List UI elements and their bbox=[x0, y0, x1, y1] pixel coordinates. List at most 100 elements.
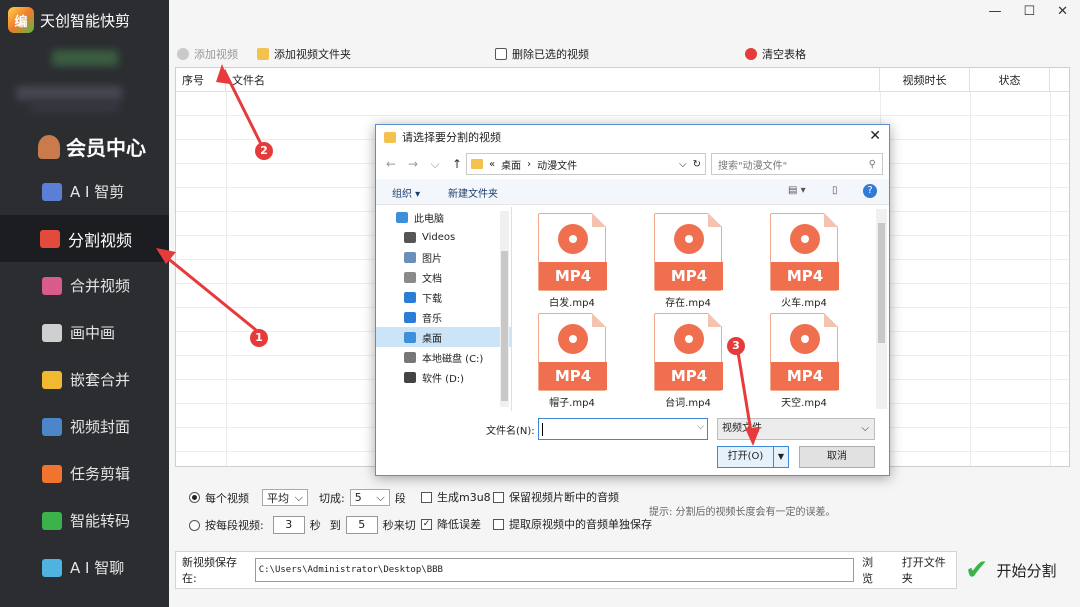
gen-m3u8-checkbox[interactable] bbox=[421, 491, 432, 503]
blurred-account-info bbox=[30, 102, 120, 112]
sidebar-item[interactable]: A I 智剪 bbox=[0, 168, 169, 215]
nav-item[interactable]: 文档 bbox=[376, 267, 511, 287]
nav-item[interactable]: 此电脑 bbox=[376, 207, 511, 227]
gen-m3u8-label: 生成m3u8 bbox=[437, 491, 491, 504]
organize-button[interactable]: 组织 ▾ bbox=[392, 185, 420, 200]
sidebar-item-label: 智能转码 bbox=[70, 512, 131, 530]
help-icon[interactable]: ? bbox=[863, 184, 877, 198]
nav-item[interactable]: 下载 bbox=[376, 287, 511, 307]
sidebar-item-label: 画中画 bbox=[70, 324, 116, 342]
file-item[interactable]: MP4 帽子.mp4 bbox=[532, 313, 612, 409]
open-folder-button[interactable]: 打开文件夹 bbox=[902, 554, 956, 586]
nav-scroll-thumb[interactable] bbox=[501, 251, 508, 401]
file-name: 存在.mp4 bbox=[665, 298, 711, 309]
save-path-input[interactable]: C:\Users\Administrator\Desktop\BBB bbox=[254, 558, 855, 582]
add-video-button[interactable]: 添加视频 bbox=[177, 46, 238, 62]
breadcrumb-desktop[interactable]: 桌面 bbox=[501, 157, 521, 172]
breadcrumb-anime-files[interactable]: 动漫文件 bbox=[537, 157, 577, 172]
file-item[interactable]: MP4 火车.mp4 bbox=[764, 213, 844, 309]
sidebar-item[interactable]: 合并视频 bbox=[0, 262, 169, 309]
address-bar[interactable]: « 桌面 › 动漫文件 ⌵ ↻ bbox=[466, 153, 706, 175]
sidebar-item-label: 视频封面 bbox=[70, 418, 131, 436]
file-item[interactable]: MP4 天空.mp4 bbox=[764, 313, 844, 409]
preview-pane-icon[interactable]: ▯ bbox=[832, 185, 838, 196]
sidebar-item-label: A I 智剪 bbox=[70, 183, 125, 201]
nav-item-label: 音乐 bbox=[422, 313, 442, 325]
keep-audio-checkbox[interactable] bbox=[493, 491, 504, 503]
view-options-icon[interactable]: ▤ ▾ bbox=[788, 185, 806, 196]
filename-input[interactable]: ⌵ bbox=[538, 418, 708, 440]
sidebar-item[interactable]: 任务剪辑 bbox=[0, 450, 169, 497]
column-header[interactable]: 视频时长 bbox=[880, 68, 970, 91]
up-arrow-icon[interactable]: ↑ bbox=[450, 157, 464, 171]
chevron-down-icon[interactable]: ⌵ bbox=[697, 422, 704, 432]
browse-button[interactable]: 浏览 bbox=[862, 554, 884, 586]
back-arrow-icon[interactable]: ← bbox=[384, 157, 398, 171]
nav-item[interactable]: 桌面 bbox=[376, 327, 511, 347]
close-button[interactable]: ✕ bbox=[1057, 4, 1068, 19]
forward-arrow-icon[interactable]: → bbox=[406, 157, 420, 171]
nav-item[interactable]: 本地磁盘 (C:) bbox=[376, 347, 511, 367]
vip-center-button[interactable]: 会员中心 bbox=[38, 132, 146, 161]
refresh-icon[interactable]: ↻ bbox=[693, 159, 701, 170]
filetype-select[interactable]: 视频文件 ⌵ bbox=[717, 418, 875, 440]
nested-merge-icon bbox=[42, 370, 62, 389]
file-item[interactable]: MP4 白发.mp4 bbox=[532, 213, 612, 309]
add-folder-button[interactable]: 添加视频文件夹 bbox=[257, 46, 351, 62]
recent-chevron-icon[interactable]: ⌵ bbox=[428, 157, 442, 172]
nav-item-label: 桌面 bbox=[422, 333, 442, 345]
file-item[interactable]: MP4 存在.mp4 bbox=[648, 213, 728, 309]
chevron-down-icon[interactable]: ⌵ bbox=[679, 159, 687, 170]
reduce-error-option[interactable]: ✓ 降低误差 bbox=[421, 516, 481, 532]
file-item[interactable]: MP4 台词.mp4 bbox=[648, 313, 728, 409]
gen-m3u8-option[interactable]: 生成m3u8 bbox=[421, 489, 491, 505]
extract-audio-option[interactable]: 提取原视频中的音频单独保存 bbox=[493, 516, 652, 532]
sidebar-item[interactable]: 嵌套合并 bbox=[0, 356, 169, 403]
maximize-button[interactable]: ☐ bbox=[1023, 4, 1035, 19]
sidebar-item-label: 嵌套合并 bbox=[70, 371, 131, 389]
column-header[interactable]: 文件名 bbox=[226, 68, 880, 91]
column-header[interactable]: 状态 bbox=[970, 68, 1050, 91]
reduce-error-checkbox[interactable]: ✓ bbox=[421, 518, 432, 530]
open-dropdown-icon[interactable]: ▼ bbox=[774, 447, 788, 467]
segment-min-input[interactable]: 3 bbox=[272, 516, 305, 534]
breadcrumb-overflow[interactable]: « bbox=[489, 159, 495, 170]
file-type-badge: MP4 bbox=[655, 362, 723, 390]
nav-item[interactable]: 软件 (D:) bbox=[376, 367, 511, 387]
app-title: 编 天创智能快剪 bbox=[8, 7, 130, 33]
per-segment-radio[interactable] bbox=[189, 519, 200, 531]
new-folder-button[interactable]: 新建文件夹 bbox=[448, 185, 498, 200]
extract-audio-checkbox[interactable] bbox=[493, 518, 504, 530]
file-scroll-thumb[interactable] bbox=[878, 223, 885, 343]
delete-selected-button[interactable]: 删除已选的视频 bbox=[495, 46, 589, 62]
clear-table-button[interactable]: 清空表格 bbox=[745, 46, 806, 62]
cancel-button[interactable]: 取消 bbox=[799, 446, 875, 468]
per-video-radio[interactable] bbox=[189, 492, 200, 503]
segment-max-input[interactable]: 5 bbox=[345, 516, 378, 534]
sidebar-item[interactable]: A I 智聊 bbox=[0, 544, 169, 591]
search-input[interactable]: 搜索"动漫文件" ⚲ bbox=[711, 153, 883, 175]
sidebar-item[interactable]: 画中画 bbox=[0, 309, 169, 356]
film-reel-icon bbox=[790, 324, 820, 354]
split-hint: 提示: 分割后的视频长度会有一定的误差。 bbox=[649, 507, 836, 518]
open-button[interactable]: 打开(O) ▼ bbox=[717, 446, 789, 468]
sidebar-item[interactable]: 视频封面 bbox=[0, 403, 169, 450]
file-list-scrollbar[interactable] bbox=[876, 209, 887, 409]
dialog-title: 请选择要分割的视频 bbox=[402, 131, 501, 144]
sidebar-item[interactable]: 分割视频 bbox=[0, 215, 169, 262]
split-mode-select[interactable]: 平均 ⌵ bbox=[262, 489, 308, 506]
dialog-close-icon[interactable]: ✕ bbox=[869, 128, 881, 144]
keep-audio-option[interactable]: 保留视频片断中的音频 bbox=[493, 489, 619, 505]
nav-scrollbar[interactable] bbox=[500, 211, 509, 407]
minimize-button[interactable]: — bbox=[988, 4, 1001, 19]
nav-item[interactable]: 图片 bbox=[376, 247, 511, 267]
start-split-button[interactable]: ✔ 开始分割 bbox=[959, 551, 1071, 589]
music-folder-icon bbox=[404, 311, 416, 323]
nav-item[interactable]: Videos bbox=[376, 227, 511, 247]
ai-edit-icon bbox=[42, 182, 62, 201]
sidebar-item[interactable]: 智能转码 bbox=[0, 497, 169, 544]
split-count-select[interactable]: 5 ⌵ bbox=[349, 489, 390, 506]
column-header[interactable]: 序号 bbox=[176, 68, 226, 91]
file-open-dialog: 请选择要分割的视频 ✕ ← → ⌵ ↑ « 桌面 › 动漫文件 ⌵ ↻ 搜索"动… bbox=[375, 124, 890, 476]
nav-item[interactable]: 音乐 bbox=[376, 307, 511, 327]
